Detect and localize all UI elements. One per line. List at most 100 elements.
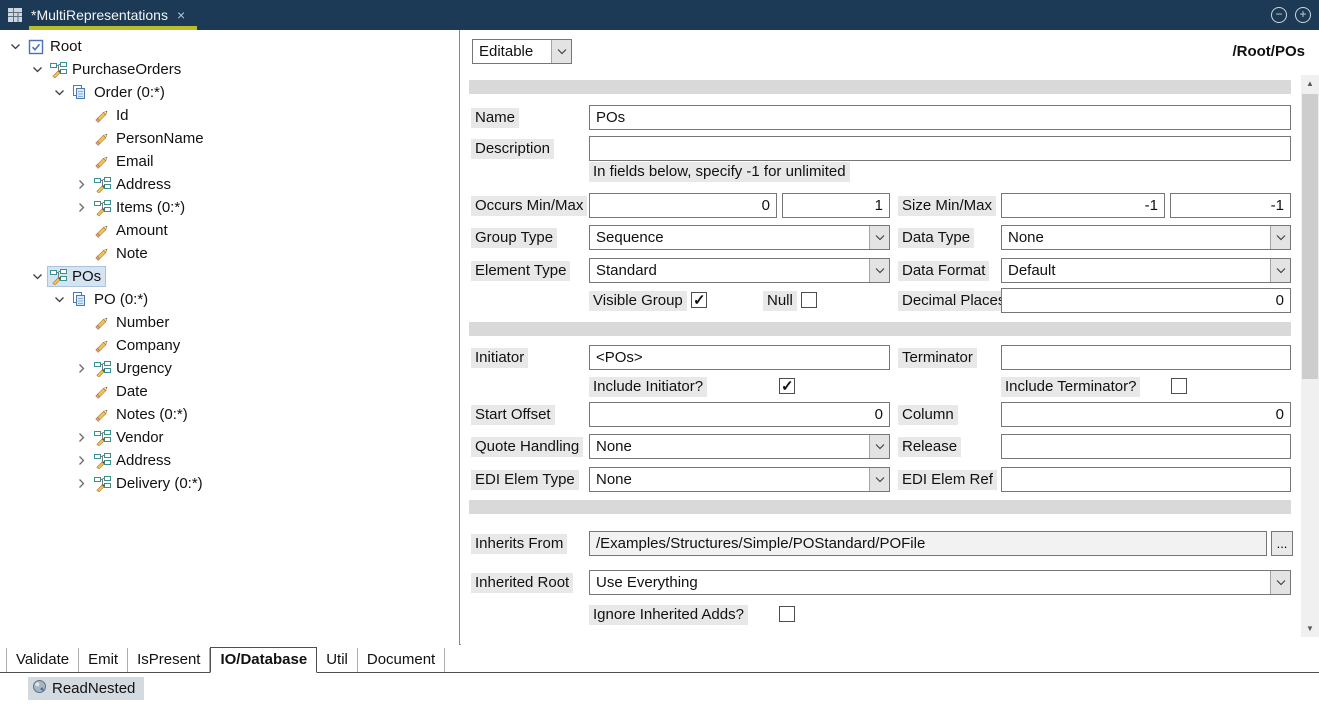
tree-item-purchaseorders[interactable]: PurchaseOrders xyxy=(0,58,459,81)
tree-item-company[interactable]: Company xyxy=(0,334,459,357)
chevron-down-icon[interactable] xyxy=(551,40,571,63)
method-icon xyxy=(32,679,47,698)
tree-item-pos[interactable]: POs xyxy=(0,265,459,288)
tab-io-database[interactable]: IO/Database xyxy=(210,647,317,673)
initiator-input[interactable] xyxy=(589,345,890,370)
tree-item-number[interactable]: Number xyxy=(0,311,459,334)
expand-all-button[interactable]: + xyxy=(1295,7,1311,23)
chevron-down-icon[interactable] xyxy=(30,64,45,76)
tab-util[interactable]: Util xyxy=(317,648,358,672)
visible-group-label: Visible Group xyxy=(589,291,687,311)
twisty-spacer xyxy=(74,110,89,122)
tree-item-po-0[interactable]: PO (0:*) xyxy=(0,288,459,311)
include-initiator-checkbox[interactable] xyxy=(779,378,795,394)
tree-item-root[interactable]: Root xyxy=(0,35,459,58)
tab-emit[interactable]: Emit xyxy=(79,648,128,672)
chevron-down-icon[interactable] xyxy=(1270,226,1290,249)
list-item-readnested[interactable]: ReadNested xyxy=(28,677,144,700)
decimal-places-input[interactable] xyxy=(1001,288,1291,313)
branch-icon xyxy=(93,361,111,377)
chevron-down-icon[interactable] xyxy=(30,271,45,283)
tab-validate[interactable]: Validate xyxy=(6,648,79,672)
description-input[interactable] xyxy=(589,136,1291,161)
chevron-down-icon[interactable] xyxy=(869,468,889,491)
leaf-icon xyxy=(93,407,111,423)
quote-handling-select[interactable]: None xyxy=(589,434,890,459)
chevron-down-icon[interactable] xyxy=(869,226,889,249)
collapse-all-button[interactable]: − xyxy=(1271,7,1287,23)
tree-item-urgency[interactable]: Urgency xyxy=(0,357,459,380)
occurs-min-input[interactable] xyxy=(589,193,777,218)
data-format-select[interactable]: Default xyxy=(1001,258,1291,283)
ignore-inherited-checkbox[interactable] xyxy=(779,606,795,622)
chevron-down-icon[interactable] xyxy=(869,435,889,458)
release-input[interactable] xyxy=(1001,434,1291,459)
tree-item-note[interactable]: Note xyxy=(0,242,459,265)
inherited-root-select[interactable]: Use Everything xyxy=(589,570,1291,595)
chevron-right-icon[interactable] xyxy=(74,432,89,444)
bottom-tabs: ValidateEmitIsPresentIO/DatabaseUtilDocu… xyxy=(0,646,1319,673)
record-icon xyxy=(71,292,89,308)
group-type-select[interactable]: Sequence xyxy=(589,225,890,250)
root-icon xyxy=(27,39,45,55)
size-max-input[interactable] xyxy=(1170,193,1291,218)
chevron-down-icon[interactable] xyxy=(8,41,23,53)
chevron-down-icon[interactable] xyxy=(52,87,67,99)
chevron-down-icon[interactable] xyxy=(869,259,889,282)
tab-document[interactable]: Document xyxy=(358,648,445,672)
name-input[interactable] xyxy=(589,105,1291,130)
size-min-input[interactable] xyxy=(1001,193,1165,218)
scroll-down-icon[interactable]: ▼ xyxy=(1301,620,1319,637)
branch-icon xyxy=(93,177,111,193)
occurs-max-input[interactable] xyxy=(782,193,890,218)
edi-elem-type-label: EDI Elem Type xyxy=(471,470,579,490)
chevron-right-icon[interactable] xyxy=(74,363,89,375)
tree-item-notes-0[interactable]: Notes (0:*) xyxy=(0,403,459,426)
edi-elem-ref-label: EDI Elem Ref xyxy=(898,470,997,490)
tab-close-icon[interactable]: × xyxy=(177,7,185,23)
include-terminator-checkbox[interactable] xyxy=(1171,378,1187,394)
mode-select[interactable]: Editable xyxy=(472,39,572,64)
start-offset-input[interactable] xyxy=(589,402,890,427)
leaf-icon xyxy=(93,338,111,354)
browse-button[interactable]: ... xyxy=(1271,531,1293,556)
method-label: ReadNested xyxy=(52,680,135,697)
tree-item-vendor[interactable]: Vendor xyxy=(0,426,459,449)
inherits-from-input[interactable] xyxy=(589,531,1267,556)
chevron-right-icon[interactable] xyxy=(74,179,89,191)
release-label: Release xyxy=(898,437,961,457)
scroll-up-icon[interactable]: ▲ xyxy=(1301,75,1319,92)
chevron-down-icon[interactable] xyxy=(52,294,67,306)
visible-group-checkbox[interactable] xyxy=(691,292,707,308)
data-format-value: Default xyxy=(1002,259,1270,282)
tree-item-personname[interactable]: PersonName xyxy=(0,127,459,150)
chevron-right-icon[interactable] xyxy=(74,202,89,214)
tree-item-order-0[interactable]: Order (0:*) xyxy=(0,81,459,104)
tree-item-items-0[interactable]: Items (0:*) xyxy=(0,196,459,219)
tree-item-date[interactable]: Date xyxy=(0,380,459,403)
chevron-down-icon[interactable] xyxy=(1270,259,1290,282)
tree-item-amount[interactable]: Amount xyxy=(0,219,459,242)
edi-elem-type-select[interactable]: None xyxy=(589,467,890,492)
leaf-icon xyxy=(93,246,111,262)
mode-select-value: Editable xyxy=(473,40,551,63)
data-type-select[interactable]: None xyxy=(1001,225,1291,250)
scrollbar-thumb[interactable] xyxy=(1302,94,1318,379)
tab-ispresent[interactable]: IsPresent xyxy=(128,648,210,672)
chevron-down-icon[interactable] xyxy=(1270,571,1290,594)
vertical-scrollbar[interactable]: ▲ ▼ xyxy=(1301,75,1319,637)
chevron-right-icon[interactable] xyxy=(74,478,89,490)
null-checkbox[interactable] xyxy=(801,292,817,308)
tree-item-id[interactable]: Id xyxy=(0,104,459,127)
document-tab[interactable]: *MultiRepresentations × xyxy=(29,0,197,30)
terminator-input[interactable] xyxy=(1001,345,1291,370)
tree-item-address[interactable]: Address xyxy=(0,449,459,472)
column-input[interactable] xyxy=(1001,402,1291,427)
element-type-select[interactable]: Standard xyxy=(589,258,890,283)
edi-elem-ref-input[interactable] xyxy=(1001,467,1291,492)
description-label: Description xyxy=(471,139,554,159)
tree-item-email[interactable]: Email xyxy=(0,150,459,173)
tree-item-address[interactable]: Address xyxy=(0,173,459,196)
chevron-right-icon[interactable] xyxy=(74,455,89,467)
tree-item-delivery-0[interactable]: Delivery (0:*) xyxy=(0,472,459,495)
